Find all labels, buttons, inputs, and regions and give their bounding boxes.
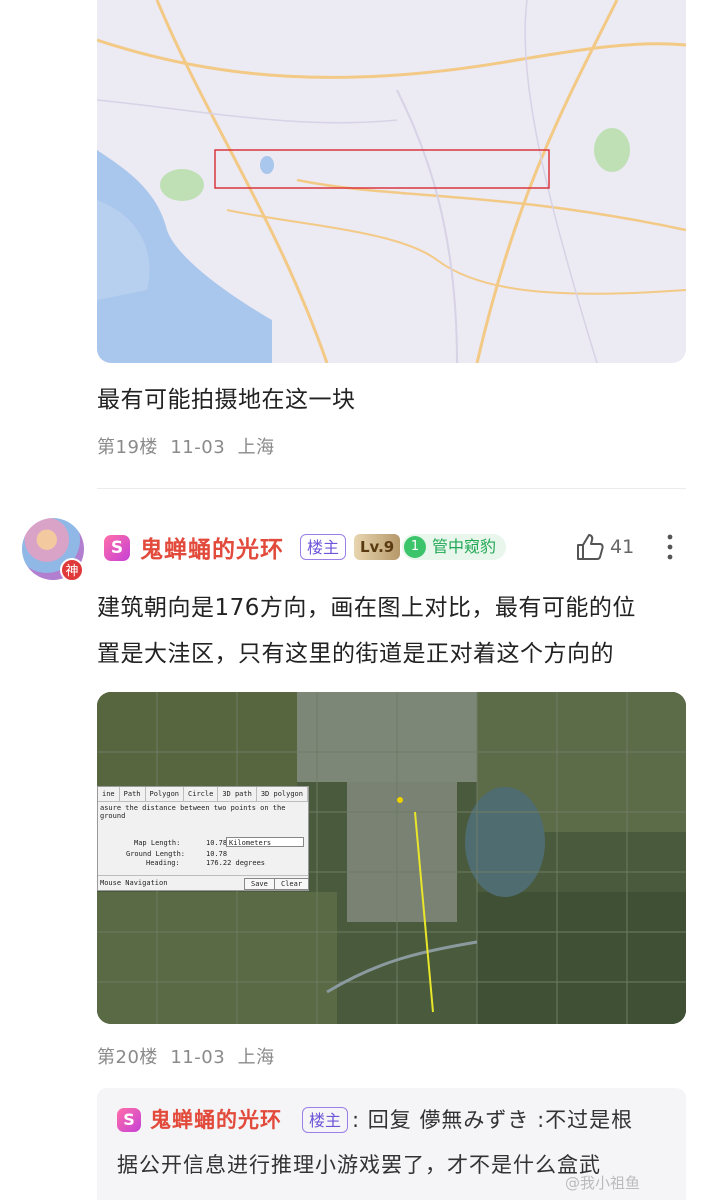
owner-tag: 楼主 xyxy=(302,1107,349,1133)
owner-tag: 楼主 xyxy=(300,534,347,560)
avatar-badge: 神 xyxy=(60,558,84,582)
post-text-line1: 建筑朝向是176方向，画在图上对比，最有可能的位 xyxy=(97,595,636,621)
reply-text-line1: : 回复 儚無みずき :不过是根 xyxy=(352,1108,634,1132)
map-image[interactable] xyxy=(97,0,686,363)
ground-length-label: Ground Length: xyxy=(126,850,186,858)
post-meta: 第20楼 11-03 上海 xyxy=(97,1043,275,1069)
ruler-tabs: ine Path Polygon Circle 3D path 3D polyg… xyxy=(98,787,308,802)
rank-number: 1 xyxy=(404,536,426,558)
tab-3d-path[interactable]: 3D path xyxy=(218,787,257,801)
post-date: 11-03 xyxy=(170,437,226,458)
more-vertical-icon[interactable] xyxy=(664,531,676,563)
reply-text-line2: 据公开信息进行推理小游戏罢了，才不是什么盒武 xyxy=(117,1153,601,1177)
tab-3d-polygon[interactable]: 3D polygon xyxy=(257,787,308,801)
vip-s-icon: S xyxy=(117,1108,141,1132)
ruler-footer: Mouse Navigation Save Clear xyxy=(98,875,310,890)
tab-line[interactable]: ine xyxy=(98,787,120,801)
tab-circle[interactable]: Circle xyxy=(184,787,219,801)
ruler-description: asure the distance between two points on… xyxy=(100,804,286,820)
level-badge: Lv.9 xyxy=(354,534,401,560)
post-location: 上海 xyxy=(237,1047,275,1068)
username[interactable]: 鬼蝉蛹的光环 xyxy=(140,530,284,564)
post-text-line2: 置是大洼区，只有这里的街道是正对着这个方向的 xyxy=(97,641,614,667)
tab-path[interactable]: Path xyxy=(120,787,146,801)
heading-label: Heading: xyxy=(146,859,180,867)
map-length-value: 10.78 xyxy=(206,839,228,847)
ground-length-value: 10.78 xyxy=(206,850,228,858)
watermark: @我小祖鱼 xyxy=(565,1174,641,1192)
floor-number: 第19楼 xyxy=(97,437,158,458)
post-meta: 第19楼 11-03 上海 xyxy=(97,433,275,459)
divider xyxy=(97,488,686,489)
save-button[interactable]: Save xyxy=(244,878,275,890)
mouse-navigation-label[interactable]: Mouse Navigation xyxy=(98,879,167,887)
post-location: 上海 xyxy=(237,437,275,458)
post-text: 最有可能拍摄地在这一块 xyxy=(97,387,356,413)
heading-value: 176.22 degrees xyxy=(206,859,266,867)
thumbs-up-icon[interactable] xyxy=(574,531,606,563)
vip-s-icon: S xyxy=(104,535,130,561)
like-count[interactable]: 41 xyxy=(610,536,634,558)
ruler-dialog[interactable]: ine Path Polygon Circle 3D path 3D polyg… xyxy=(97,786,310,891)
clear-button[interactable]: Clear xyxy=(274,878,310,890)
unit-select[interactable]: Kilometers xyxy=(226,837,304,847)
floor-number: 第20楼 xyxy=(97,1047,158,1068)
post-date: 11-03 xyxy=(170,1047,226,1068)
rank-badge: 1 管中窥豹 xyxy=(402,534,507,560)
tab-polygon[interactable]: Polygon xyxy=(146,787,185,801)
rank-title: 管中窥豹 xyxy=(432,537,497,556)
map-length-label: Map Length: xyxy=(134,839,181,847)
reply-username[interactable]: 鬼蝉蛹的光环 xyxy=(150,1104,282,1134)
